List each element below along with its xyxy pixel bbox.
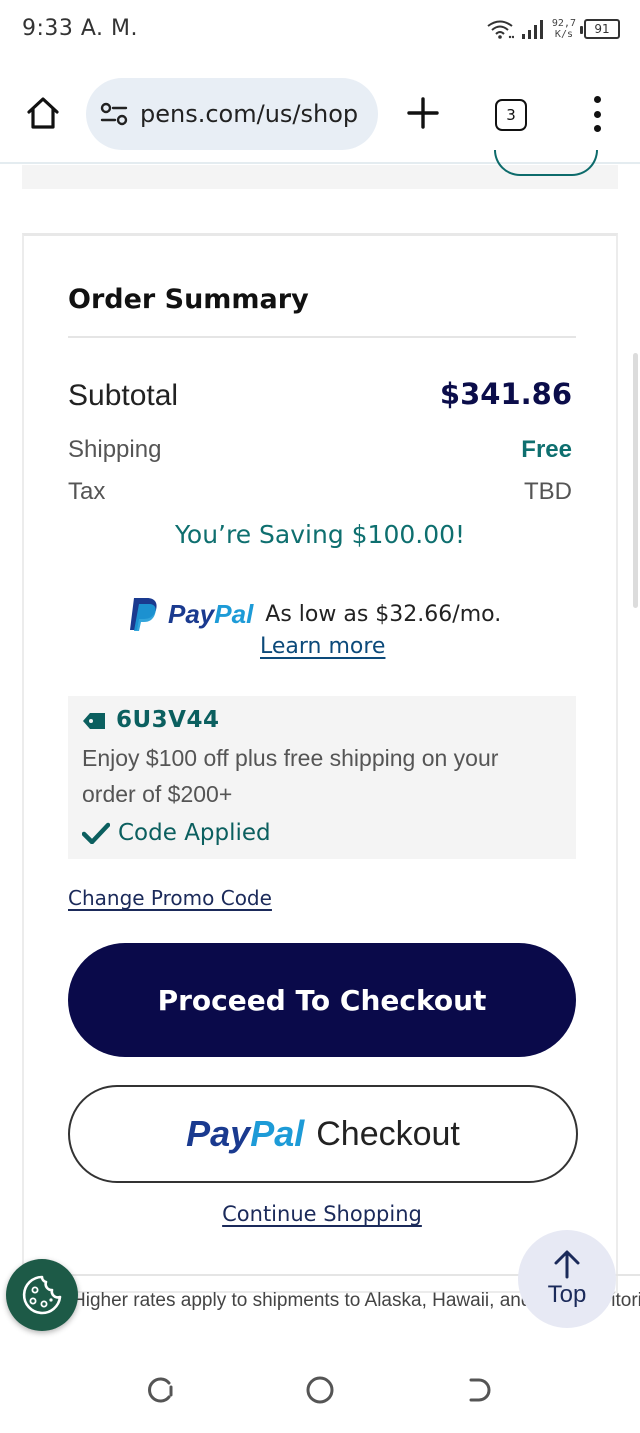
- paypal-wordmark-pal: Pal: [250, 1113, 305, 1154]
- battery-icon: 91: [580, 19, 620, 39]
- tab-switcher-button[interactable]: 3: [495, 99, 527, 131]
- tax-value: TBD: [524, 478, 572, 505]
- paypal-offer-text: As low as $32.66/mo.: [265, 601, 502, 627]
- battery-level: 91: [594, 22, 610, 36]
- paypal-wordmark-pal: Pal: [214, 598, 254, 629]
- savings-message: You’re Saving $100.00!: [174, 520, 466, 549]
- promo-description: Enjoy $100 off plus free shipping on you…: [82, 745, 499, 807]
- paypal-financing: PayPal As low as $32.66/mo.: [128, 596, 501, 632]
- tax-label: Tax: [68, 478, 106, 505]
- code-applied-text: Code Applied: [118, 820, 271, 846]
- shipping-label: Shipping: [68, 436, 162, 463]
- order-summary-title: Order Summary: [68, 284, 309, 315]
- site-settings-icon[interactable]: [100, 102, 128, 126]
- tag-icon: [83, 713, 105, 729]
- paypal-wordmark: PayPal: [186, 1113, 304, 1155]
- promo-box: 6U3V44 Enjoy $100 off plus free shipping…: [68, 696, 576, 859]
- checkout-button-label: Proceed To Checkout: [157, 983, 487, 1017]
- promo-code: 6U3V44: [116, 707, 220, 733]
- shipping-value: Free: [521, 436, 572, 463]
- browser-toolbar: pens.com/us/shop 3: [0, 62, 640, 164]
- wifi-icon: [487, 20, 514, 39]
- menu-dot: [593, 110, 601, 118]
- menu-dots-icon[interactable]: [588, 96, 606, 132]
- status-bar: 9:33 A. M. 92,7 K/s 91: [0, 0, 640, 62]
- recent-apps-icon[interactable]: [143, 1373, 177, 1407]
- home-icon[interactable]: [24, 94, 62, 132]
- address-bar[interactable]: pens.com/us/shop: [86, 78, 378, 150]
- menu-dot: [593, 96, 601, 103]
- paypal-checkout-label: Checkout: [316, 1114, 460, 1153]
- menu-dot: [593, 125, 601, 132]
- system-navigation-bar: [0, 1343, 640, 1433]
- scrollbar[interactable]: [633, 353, 638, 608]
- home-nav-icon[interactable]: [303, 1373, 337, 1407]
- divider: [68, 336, 576, 338]
- back-to-top-button[interactable]: Top: [518, 1230, 616, 1328]
- cookie-settings-button[interactable]: [6, 1259, 78, 1331]
- tab-count: 3: [506, 106, 516, 124]
- previous-card-button[interactable]: [494, 150, 598, 176]
- proceed-to-checkout-button[interactable]: Proceed To Checkout: [68, 943, 576, 1057]
- code-applied-status: Code Applied: [82, 820, 271, 846]
- net-speed-value: 92,7: [551, 18, 576, 29]
- change-promo-code-link[interactable]: Change Promo Code: [68, 886, 272, 910]
- back-nav-icon[interactable]: [463, 1373, 497, 1407]
- subtotal-label: Subtotal: [68, 379, 179, 412]
- signal-icon: [521, 20, 543, 39]
- status-time: 9:33 A. M.: [22, 16, 139, 41]
- net-speed: 92,7 K/s: [552, 18, 576, 40]
- learn-more-link[interactable]: Learn more: [260, 634, 385, 659]
- check-icon: [82, 822, 110, 844]
- top-label: Top: [547, 1281, 587, 1308]
- paypal-wordmark: PayPal: [168, 599, 253, 630]
- arrow-up-icon: [554, 1250, 580, 1279]
- subtotal-value: $341.86: [439, 377, 572, 411]
- cookie-icon: [22, 1275, 62, 1315]
- paypal-logo-icon: [130, 598, 157, 631]
- continue-shopping-link-wrap: Continue Shopping: [24, 1202, 620, 1226]
- paypal-wordmark-pay: Pay: [186, 1113, 251, 1154]
- net-speed-unit: K/s: [554, 29, 573, 40]
- order-summary-card: Order Summary Subtotal $341.86 Shipping …: [22, 233, 618, 1293]
- url-text: pens.com/us/shop: [140, 100, 359, 128]
- status-indicators: 92,7 K/s 91: [486, 18, 620, 40]
- paypal-checkout-button[interactable]: PayPal Checkout: [68, 1085, 578, 1183]
- paypal-wordmark-pay: Pay: [168, 598, 215, 629]
- continue-shopping-link[interactable]: Continue Shopping: [222, 1202, 422, 1226]
- plus-icon[interactable]: [404, 94, 442, 132]
